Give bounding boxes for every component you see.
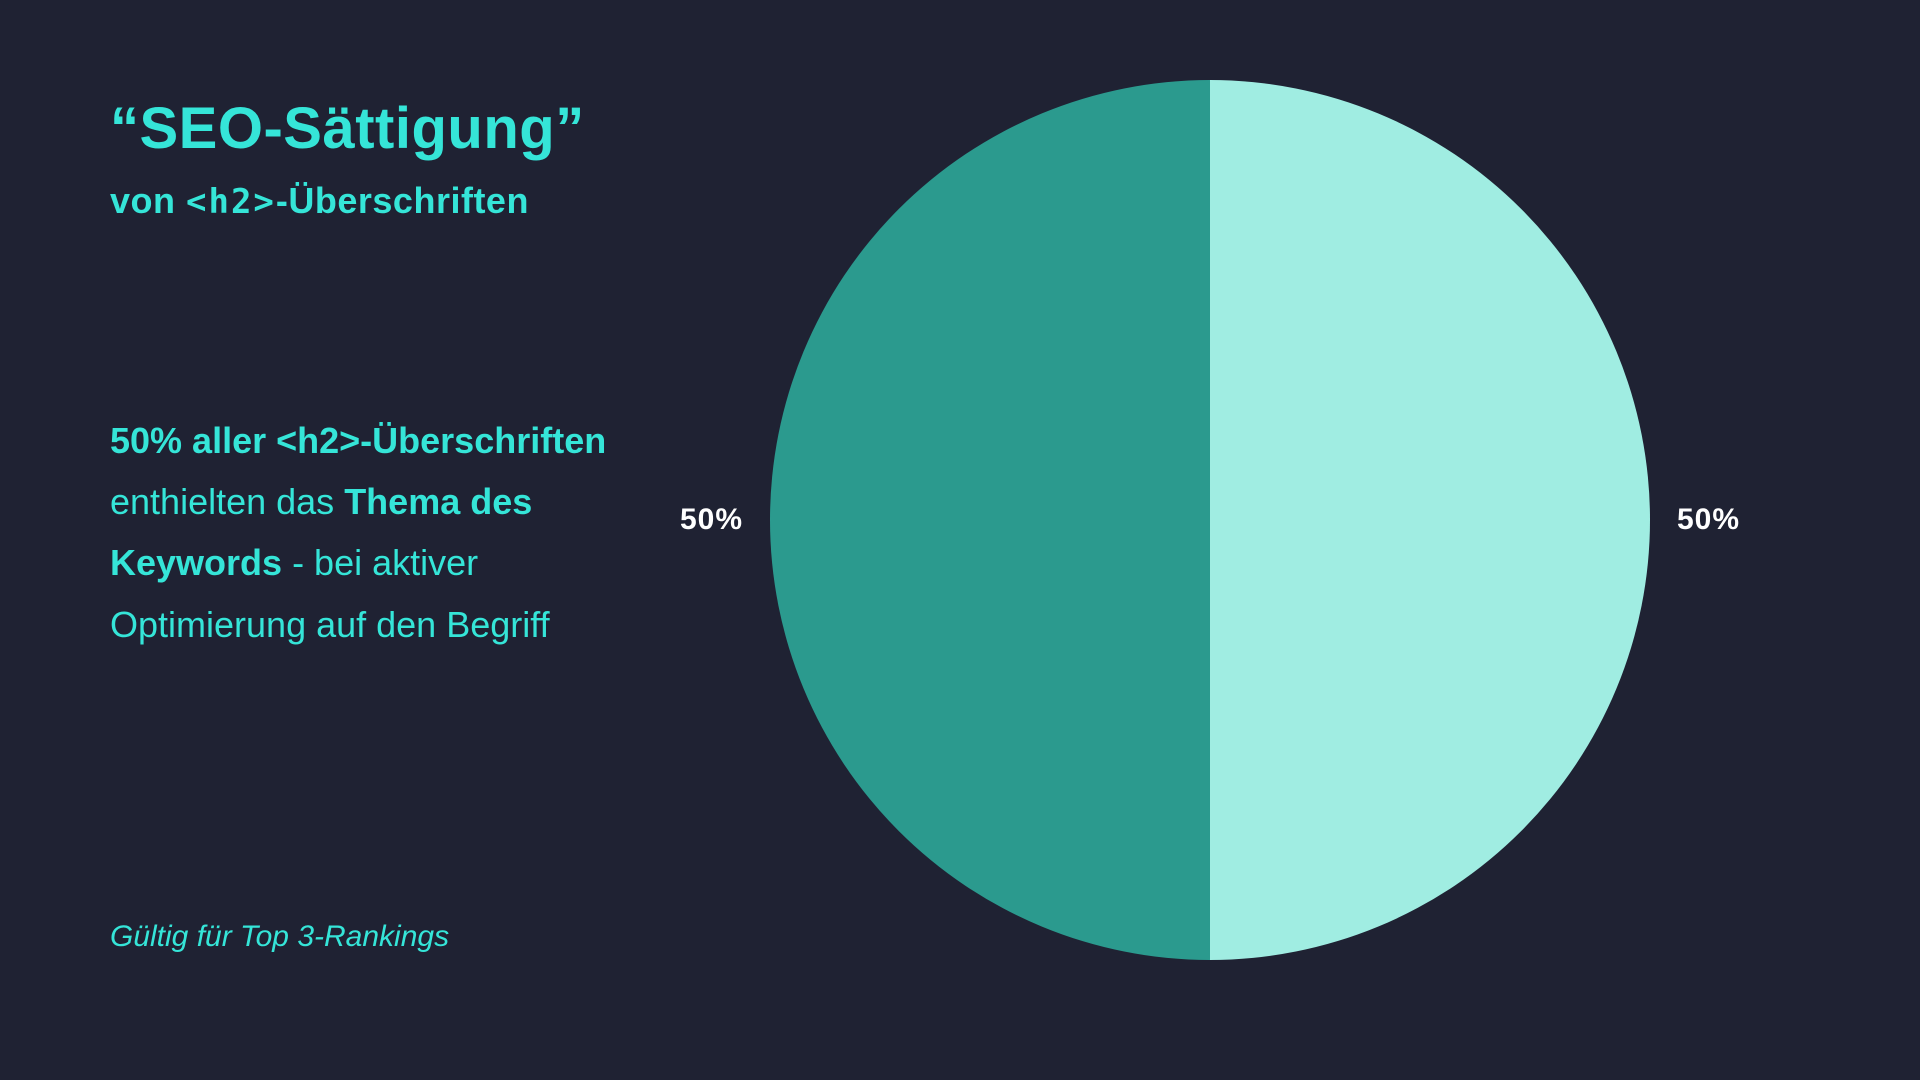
chart-description: 50% aller <h2>-Überschriften enthielten … xyxy=(110,410,650,655)
pie-label-left: 50% xyxy=(680,503,743,537)
subtitle-pre: von xyxy=(110,180,186,221)
pie-disc xyxy=(770,80,1650,960)
desc-text-1: enthielten das xyxy=(110,481,344,522)
chart-title: “SEO-Sättigung” xyxy=(110,95,585,162)
subtitle-post: -Überschriften xyxy=(276,180,529,221)
chart-footnote: Gültig für Top 3-Rankings xyxy=(110,920,449,954)
subtitle-tag: <h2> xyxy=(186,182,276,222)
pie-chart: 50% 50% xyxy=(770,80,1650,960)
pie-label-right: 50% xyxy=(1677,503,1740,537)
pie-slice-left xyxy=(770,80,1210,960)
chart-subtitle: von <h2>-Überschriften xyxy=(110,180,529,222)
desc-bold-1: 50% aller <h2>-Überschriften xyxy=(110,420,606,461)
pie-slice-right xyxy=(1210,80,1650,960)
